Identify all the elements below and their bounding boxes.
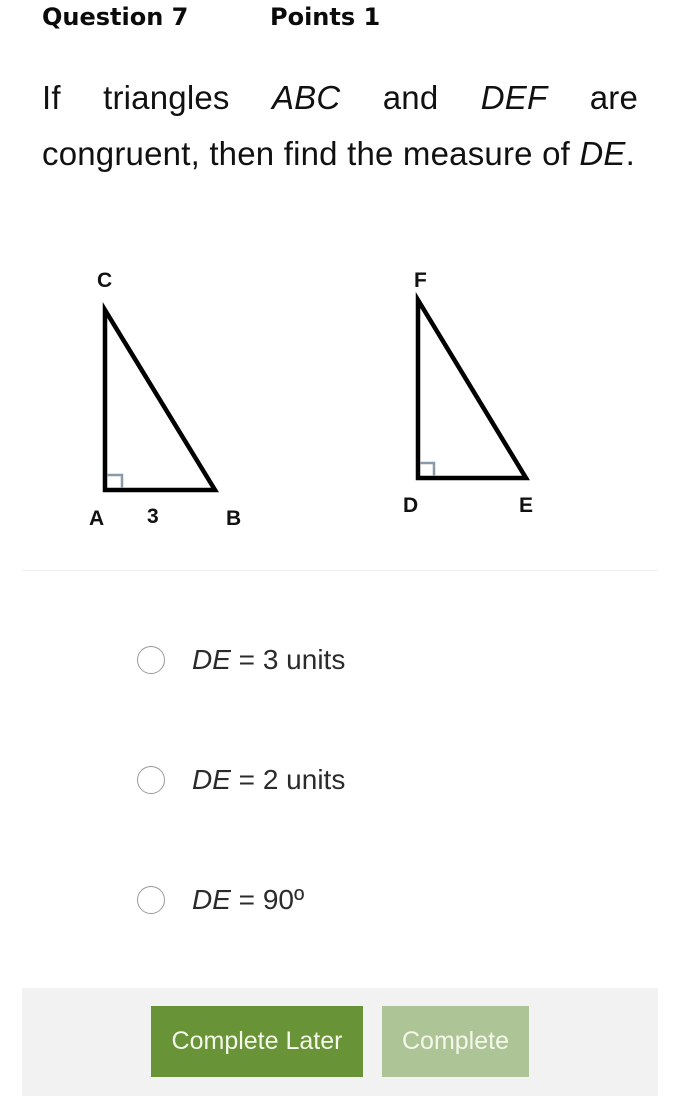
vertex-label-f: F <box>414 269 427 292</box>
triangle-abc-name: ABC <box>271 79 341 116</box>
points-label: Points 1 <box>270 3 381 31</box>
answer-option-label: DE = 90º <box>192 884 304 916</box>
answer-value: = 3 units <box>230 644 346 675</box>
action-footer: Complete Later Complete <box>22 988 658 1096</box>
vertex-label-a: A <box>89 507 104 530</box>
radio-button[interactable] <box>137 766 165 794</box>
complete-later-button[interactable]: Complete Later <box>151 1006 363 1077</box>
answer-option-3[interactable]: DE = 90º <box>137 880 304 920</box>
vertex-label-d: D <box>403 494 418 517</box>
complete-button[interactable]: Complete <box>382 1006 529 1077</box>
vertex-label-b: B <box>226 507 241 530</box>
question-header: Question 7 Points 1 <box>42 0 380 34</box>
radio-button[interactable] <box>137 886 165 914</box>
side-ab-length-label: 3 <box>147 505 159 528</box>
question-text-part: and <box>340 79 481 116</box>
answer-variable: DE <box>192 644 231 675</box>
triangles-figure: C A 3 B F D E <box>60 255 600 545</box>
right-angle-mark-a <box>107 473 124 488</box>
answer-option-label: DE = 3 units <box>192 644 345 676</box>
triangle-def <box>415 291 530 481</box>
answer-option-2[interactable]: DE = 2 units <box>137 760 345 800</box>
radio-button[interactable] <box>137 646 165 674</box>
triangle-abc <box>102 302 220 493</box>
answer-variable: DE <box>192 884 231 915</box>
answer-value: = 90º <box>230 884 305 915</box>
question-number: Question 7 <box>42 3 189 31</box>
segment-de-name: DE <box>579 135 626 172</box>
answer-option-1[interactable]: DE = 3 units <box>137 640 345 680</box>
answer-option-label: DE = 2 units <box>192 764 345 796</box>
right-angle-mark-d <box>420 461 436 476</box>
question-text-part: . <box>625 135 636 172</box>
answer-variable: DE <box>192 764 231 795</box>
triangle-def-name: DEF <box>480 79 548 116</box>
divider <box>22 570 658 571</box>
question-text-part: If triangles <box>42 79 272 116</box>
vertex-label-e: E <box>519 494 533 517</box>
question-text: If triangles ABC and DEF are congruent, … <box>42 70 638 182</box>
vertex-label-c: C <box>97 269 112 292</box>
triangles-diagram: C A 3 B F D E <box>89 269 533 530</box>
answer-value: = 2 units <box>230 764 346 795</box>
